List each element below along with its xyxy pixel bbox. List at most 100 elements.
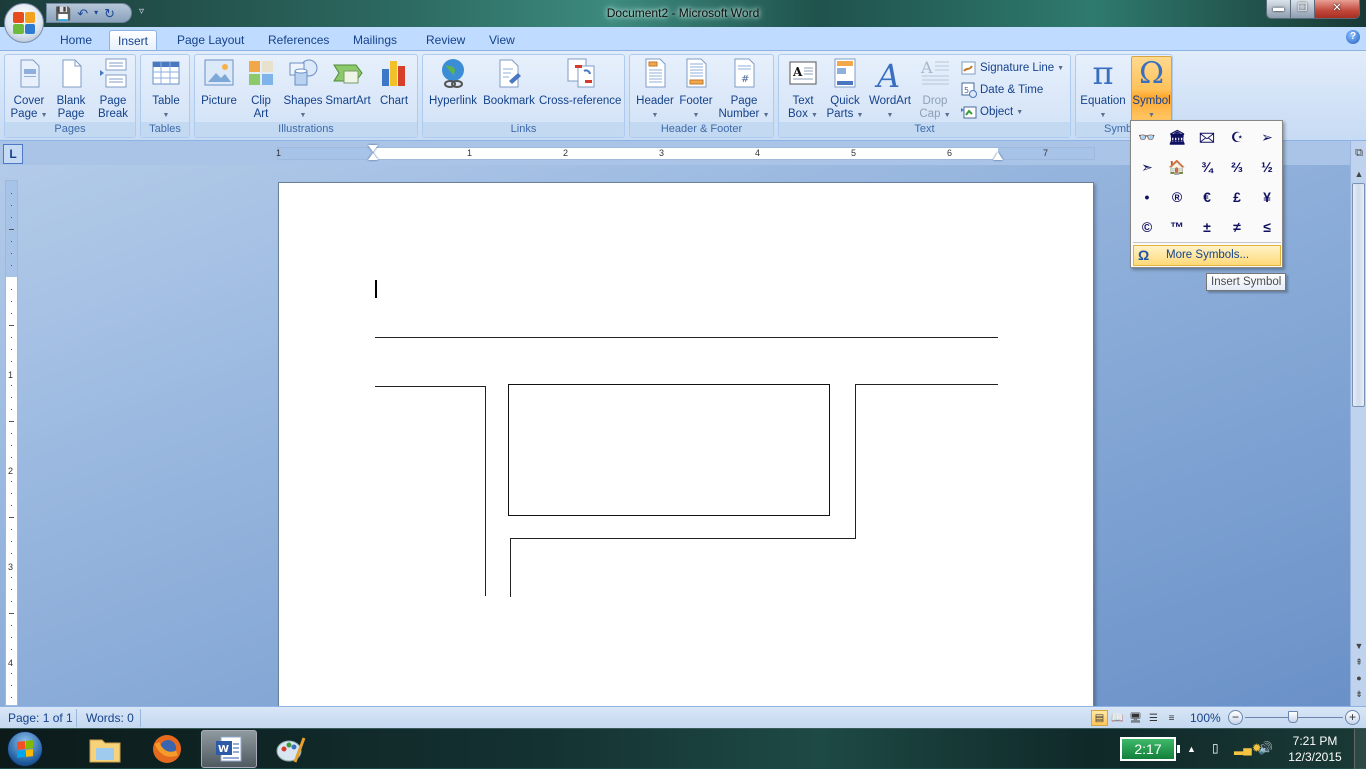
- tab-insert[interactable]: Insert: [109, 30, 158, 51]
- hyperlink-button[interactable]: Hyperlink: [427, 57, 479, 108]
- minimize-button[interactable]: ▬: [1267, 0, 1291, 18]
- taskbar-firefox[interactable]: [139, 730, 195, 768]
- cover-page-button[interactable]: Cover Page ▼: [9, 57, 49, 122]
- chart-button[interactable]: Chart: [375, 57, 413, 108]
- vertical-scrollbar[interactable]: ⧉ ▲ ▼ ⇞ ● ⇟: [1350, 141, 1366, 706]
- show-hidden-icons-button[interactable]: ▲: [1187, 744, 1196, 754]
- horizontal-ruler[interactable]: 1 1 2 3 4 5 6 7: [276, 145, 1095, 160]
- picture-button[interactable]: Picture: [199, 57, 239, 108]
- hanging-indent-marker[interactable]: [368, 153, 378, 160]
- zoom-in-button[interactable]: +: [1345, 710, 1360, 725]
- tab-page-layout[interactable]: Page Layout: [169, 30, 252, 51]
- symbol-button[interactable]: Ω Symbol ▼: [1131, 56, 1172, 130]
- scroll-thumb[interactable]: [1352, 183, 1365, 407]
- signature-line-button[interactable]: Signature Line ▼: [961, 60, 1064, 76]
- symbol-cell[interactable]: ¾: [1192, 152, 1222, 182]
- object-button[interactable]: Object ▼: [961, 104, 1023, 120]
- drop-cap-button[interactable]: A Drop Cap ▼: [915, 57, 955, 122]
- symbol-cell[interactable]: ≤: [1252, 212, 1282, 242]
- symbol-cell[interactable]: ➢: [1252, 122, 1282, 152]
- horizontal-line-shape[interactable]: [375, 337, 998, 338]
- quick-parts-button[interactable]: Quick Parts ▼: [825, 57, 865, 122]
- page-count[interactable]: Page: 1 of 1: [8, 711, 73, 725]
- footer-button[interactable]: Footer ▼: [676, 57, 716, 122]
- close-button[interactable]: ✕: [1315, 0, 1359, 18]
- next-page-button[interactable]: ⇟: [1351, 689, 1366, 700]
- redo-icon[interactable]: ↻: [104, 7, 115, 20]
- clip-art-button[interactable]: Clip Art: [243, 57, 279, 121]
- outline-button[interactable]: ☰: [1145, 710, 1162, 726]
- symbol-cell[interactable]: 🏛: [1162, 122, 1192, 152]
- undo-dropdown-icon[interactable]: ▾: [94, 9, 98, 17]
- symbol-cell[interactable]: ©: [1132, 212, 1162, 242]
- zoom-slider-thumb[interactable]: [1288, 711, 1298, 723]
- bookmark-button[interactable]: Bookmark: [481, 57, 537, 108]
- scroll-up-button[interactable]: ▲: [1351, 169, 1366, 179]
- wordart-button[interactable]: A WordArt ▼: [867, 57, 913, 122]
- symbol-cell[interactable]: ®: [1162, 182, 1192, 212]
- start-button[interactable]: [7, 731, 43, 767]
- symbol-cell[interactable]: €: [1192, 182, 1222, 212]
- right-path-shape-top[interactable]: [855, 384, 998, 385]
- tab-mailings[interactable]: Mailings: [345, 30, 405, 51]
- symbol-cell[interactable]: 🏠: [1162, 152, 1192, 182]
- right-indent-marker[interactable]: [993, 152, 1003, 160]
- full-screen-reading-button[interactable]: 📖: [1109, 710, 1126, 726]
- print-layout-button[interactable]: ▤: [1091, 710, 1108, 726]
- volume-icon[interactable]: 🔊: [1258, 741, 1273, 755]
- show-desktop-button[interactable]: [1354, 729, 1366, 769]
- tab-selector[interactable]: L: [3, 144, 23, 164]
- table-button[interactable]: Table ▼: [146, 57, 186, 122]
- first-line-indent-marker[interactable]: [368, 145, 378, 152]
- tab-references[interactable]: References: [260, 30, 337, 51]
- header-button[interactable]: Header ▼: [634, 57, 676, 122]
- office-button[interactable]: [4, 3, 44, 43]
- help-icon[interactable]: ?: [1346, 30, 1360, 44]
- word-count[interactable]: Words: 0: [86, 711, 134, 725]
- taskbar-paint[interactable]: [263, 730, 319, 768]
- scroll-down-button[interactable]: ▼: [1351, 641, 1366, 651]
- symbol-cell[interactable]: ≠: [1222, 212, 1252, 242]
- page-number-button[interactable]: # Page Number ▼: [718, 57, 770, 122]
- draft-button[interactable]: ≡: [1163, 710, 1180, 726]
- restore-button[interactable]: ❐: [1291, 0, 1315, 18]
- bottom-path-shape-top[interactable]: [510, 538, 856, 539]
- document-page[interactable]: [278, 182, 1094, 722]
- undo-icon[interactable]: ↶: [77, 7, 88, 20]
- symbol-cell[interactable]: ™: [1162, 212, 1192, 242]
- symbol-cell[interactable]: ⅔: [1222, 152, 1252, 182]
- date-time-button[interactable]: 5 Date & Time: [961, 82, 1043, 98]
- zoom-level[interactable]: 100%: [1190, 711, 1221, 725]
- clock[interactable]: 7:21 PM 12/3/2015: [1282, 733, 1348, 765]
- symbol-cell[interactable]: 👓: [1132, 122, 1162, 152]
- more-symbols-button[interactable]: Ω More Symbols...: [1133, 245, 1281, 266]
- view-ruler-icon[interactable]: ⧉: [1351, 147, 1366, 160]
- text-box-button[interactable]: A Text Box ▼: [783, 57, 823, 122]
- symbol-cell[interactable]: ➣: [1132, 152, 1162, 182]
- rectangle-shape[interactable]: [508, 384, 830, 516]
- battery-indicator[interactable]: 2:17: [1120, 737, 1180, 761]
- web-layout-button[interactable]: 🖥: [1127, 710, 1144, 726]
- symbol-cell[interactable]: ☪: [1222, 122, 1252, 152]
- symbol-cell[interactable]: £: [1222, 182, 1252, 212]
- tab-home[interactable]: Home: [52, 30, 100, 51]
- tab-review[interactable]: Review: [418, 30, 473, 51]
- symbol-cell[interactable]: ¥: [1252, 182, 1282, 212]
- symbol-cell[interactable]: ±: [1192, 212, 1222, 242]
- blank-page-button[interactable]: Blank Page: [52, 57, 90, 121]
- taskbar-explorer[interactable]: [77, 730, 133, 768]
- tab-view[interactable]: View: [481, 30, 523, 51]
- save-icon[interactable]: 💾: [55, 7, 71, 20]
- cross-reference-button[interactable]: Cross-reference: [539, 57, 621, 108]
- zoom-out-button[interactable]: −: [1228, 710, 1243, 725]
- customize-toolbar-icon[interactable]: ▿: [139, 6, 144, 17]
- shapes-button[interactable]: Shapes ▼: [283, 57, 323, 122]
- taskbar-word[interactable]: W: [201, 730, 257, 768]
- select-browse-object-button[interactable]: ●: [1351, 673, 1366, 683]
- symbol-cell[interactable]: ½: [1252, 152, 1282, 182]
- left-corner-shape-side[interactable]: [485, 386, 486, 596]
- symbol-cell[interactable]: 🖂: [1192, 122, 1222, 152]
- vertical-ruler[interactable]: 1 2 3 4: [5, 180, 18, 706]
- smartart-button[interactable]: SmartArt: [325, 57, 371, 108]
- equation-button[interactable]: π Equation ▼: [1078, 57, 1128, 122]
